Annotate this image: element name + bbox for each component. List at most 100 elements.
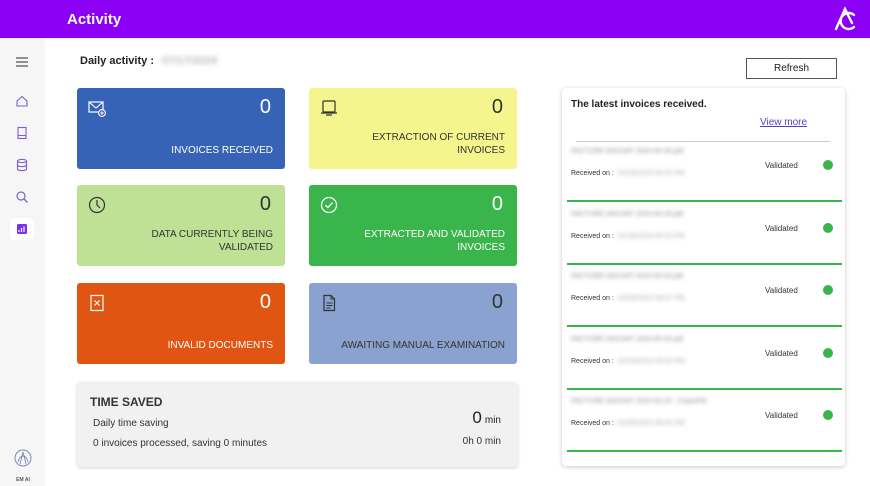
latest-invoices-panel: The latest invoices received. View more … [562, 88, 845, 466]
received-date: 02/28/2024 06:07 PM [617, 295, 685, 302]
saving-unit: minutes [231, 438, 267, 449]
card-label: INVOICES RECEIVED [171, 145, 273, 156]
card-value: 0 [259, 291, 271, 313]
list-item[interactable]: FACTURE DACHAT 2024-04-20 - CopiePdf Rec… [562, 390, 845, 452]
invoice-filename: FACTURE DACHAT 2024-04-30.pdf [571, 148, 684, 155]
card-invalid-documents[interactable]: 0 INVALID DOCUMENTS [77, 283, 285, 364]
card-value: 0 [491, 193, 503, 215]
status-dot-icon [823, 285, 833, 295]
processed-count: 0 [93, 438, 99, 449]
list-item[interactable]: FACTURE DACHAT 2024-04-29.pdf Received o… [562, 203, 845, 265]
card-value: 0 [259, 193, 271, 215]
invoice-add-icon [88, 101, 106, 117]
list-item[interactable]: FACTURE DACHAT 2024-04-30.pdf Received o… [562, 140, 845, 202]
scan-icon [321, 100, 337, 116]
main-content: Daily activity : 07/17/2024 Refresh 0 INV… [45, 38, 870, 486]
sidebar-item-search[interactable] [10, 186, 34, 208]
minutes-value: 0 [472, 408, 482, 427]
card-label: INVALID DOCUMENTS [167, 340, 273, 351]
row-divider [567, 450, 842, 452]
card-value: 0 [259, 96, 271, 118]
received-label: Received on : [571, 170, 614, 177]
status-dot-icon [823, 348, 833, 358]
status-text: Validated [765, 161, 798, 170]
invoice-filename: FACTURE DACHAT 2024-04-04.pdf [571, 273, 684, 280]
invoice-filename: FACTURE DACHAT 2024-05-04.pdf [571, 336, 684, 343]
invalid-doc-icon [90, 294, 104, 312]
sidebar-item-documents[interactable] [10, 122, 34, 144]
card-extracted-validated[interactable]: 0 EXTRACTED AND VALIDATED INVOICES [309, 185, 517, 266]
menu-icon [16, 57, 28, 67]
home-icon [16, 95, 28, 107]
time-saved-panel: TIME SAVED Daily time saving 0 invoices … [77, 382, 518, 467]
card-data-validating[interactable]: 0 DATA CURRENTLY BEING VALIDATED [77, 185, 285, 266]
top-bar: Activity [0, 0, 870, 38]
daily-activity-label: Daily activity : [80, 55, 154, 67]
check-circle-icon [320, 196, 338, 214]
processed-text: invoices processed, saving [101, 438, 221, 449]
card-label: DATA CURRENTLY BEING VALIDATED [151, 229, 273, 253]
status-dot-icon [823, 410, 833, 420]
time-saved-title: TIME SAVED [90, 395, 163, 409]
received-date: 02/28/2024 09:20 PM [617, 233, 685, 240]
received-on: Received on :02/28/2024 06:07 PM [571, 295, 685, 302]
brand-label: EM AI [16, 477, 30, 483]
received-date: 02/28/2024 06:04 PM [617, 358, 685, 365]
file-text-icon [323, 294, 336, 312]
clock-icon [88, 196, 106, 214]
hours-minutes-saved: 0h 0 min [462, 436, 501, 447]
card-extraction-current[interactable]: 0 EXTRACTION OF CURRENT INVOICES [309, 88, 517, 169]
brand-logo-icon [14, 449, 32, 467]
database-icon [16, 158, 28, 172]
minutes-unit: min [484, 415, 501, 426]
activity-chart-icon [17, 224, 27, 234]
latest-invoices-title: The latest invoices received. [571, 99, 707, 110]
card-awaiting-manual[interactable]: 0 AWAITING MANUAL EXAMINATION [309, 283, 517, 364]
list-item[interactable]: FACTURE DACHAT 2024-04-04.pdf Received o… [562, 265, 845, 327]
sidebar: EM AI [0, 38, 45, 486]
card-invoices-received[interactable]: 0 INVOICES RECEIVED [77, 88, 285, 169]
card-value: 0 [491, 96, 503, 118]
document-icon [17, 126, 27, 140]
search-icon [16, 191, 28, 203]
processed-summary: 0 invoices processed, saving 0 minutes [93, 438, 267, 449]
status-text: Validated [765, 411, 798, 420]
app-logo-icon[interactable] [832, 5, 860, 33]
sidebar-item-activity[interactable] [10, 218, 34, 240]
status-text: Validated [765, 349, 798, 358]
received-date: 02/28/2024 06:04 PM [617, 420, 685, 427]
card-label: EXTRACTION OF CURRENT INVOICES [372, 132, 505, 156]
time-saved-subtitle: Daily time saving [93, 418, 169, 429]
received-label: Received on : [571, 358, 614, 365]
received-label: Received on : [571, 233, 614, 240]
row-divider [567, 200, 842, 202]
status-dot-icon [823, 160, 833, 170]
sidebar-menu-button[interactable] [10, 51, 34, 73]
list-item[interactable]: FACTURE DACHAT 2024-05-04.pdf Received o… [562, 328, 845, 390]
minutes-saved: 0 min [472, 408, 501, 428]
row-divider [567, 325, 842, 327]
daily-activity-header: Daily activity : 07/17/2024 [80, 55, 217, 67]
view-more-link[interactable]: View more [760, 117, 807, 128]
card-label: AWAITING MANUAL EXAMINATION [341, 340, 505, 351]
received-on: Received on :02/28/2024 06:04 PM [571, 358, 685, 365]
invoice-filename: FACTURE DACHAT 2024-04-20 - CopiePdf [571, 398, 707, 405]
status-dot-icon [823, 223, 833, 233]
page-title: Activity [67, 10, 122, 28]
received-label: Received on : [571, 420, 614, 427]
invoice-filename: FACTURE DACHAT 2024-04-29.pdf [571, 211, 684, 218]
refresh-button[interactable]: Refresh [746, 58, 837, 79]
received-date: 02/29/2024 09:20 PM [617, 170, 685, 177]
sidebar-item-database[interactable] [10, 154, 34, 176]
card-label: EXTRACTED AND VALIDATED INVOICES [364, 229, 505, 253]
received-on: Received on :02/28/2024 09:20 PM [571, 233, 685, 240]
saving-minutes: 0 [223, 438, 230, 449]
daily-activity-date: 07/17/2024 [161, 55, 218, 67]
card-value: 0 [491, 291, 503, 313]
brand-mark: EM AI [8, 448, 38, 484]
status-text: Validated [765, 286, 798, 295]
received-on: Received on :02/28/2024 06:04 PM [571, 420, 685, 427]
received-label: Received on : [571, 295, 614, 302]
status-text: Validated [765, 224, 798, 233]
sidebar-item-home[interactable] [10, 90, 34, 112]
